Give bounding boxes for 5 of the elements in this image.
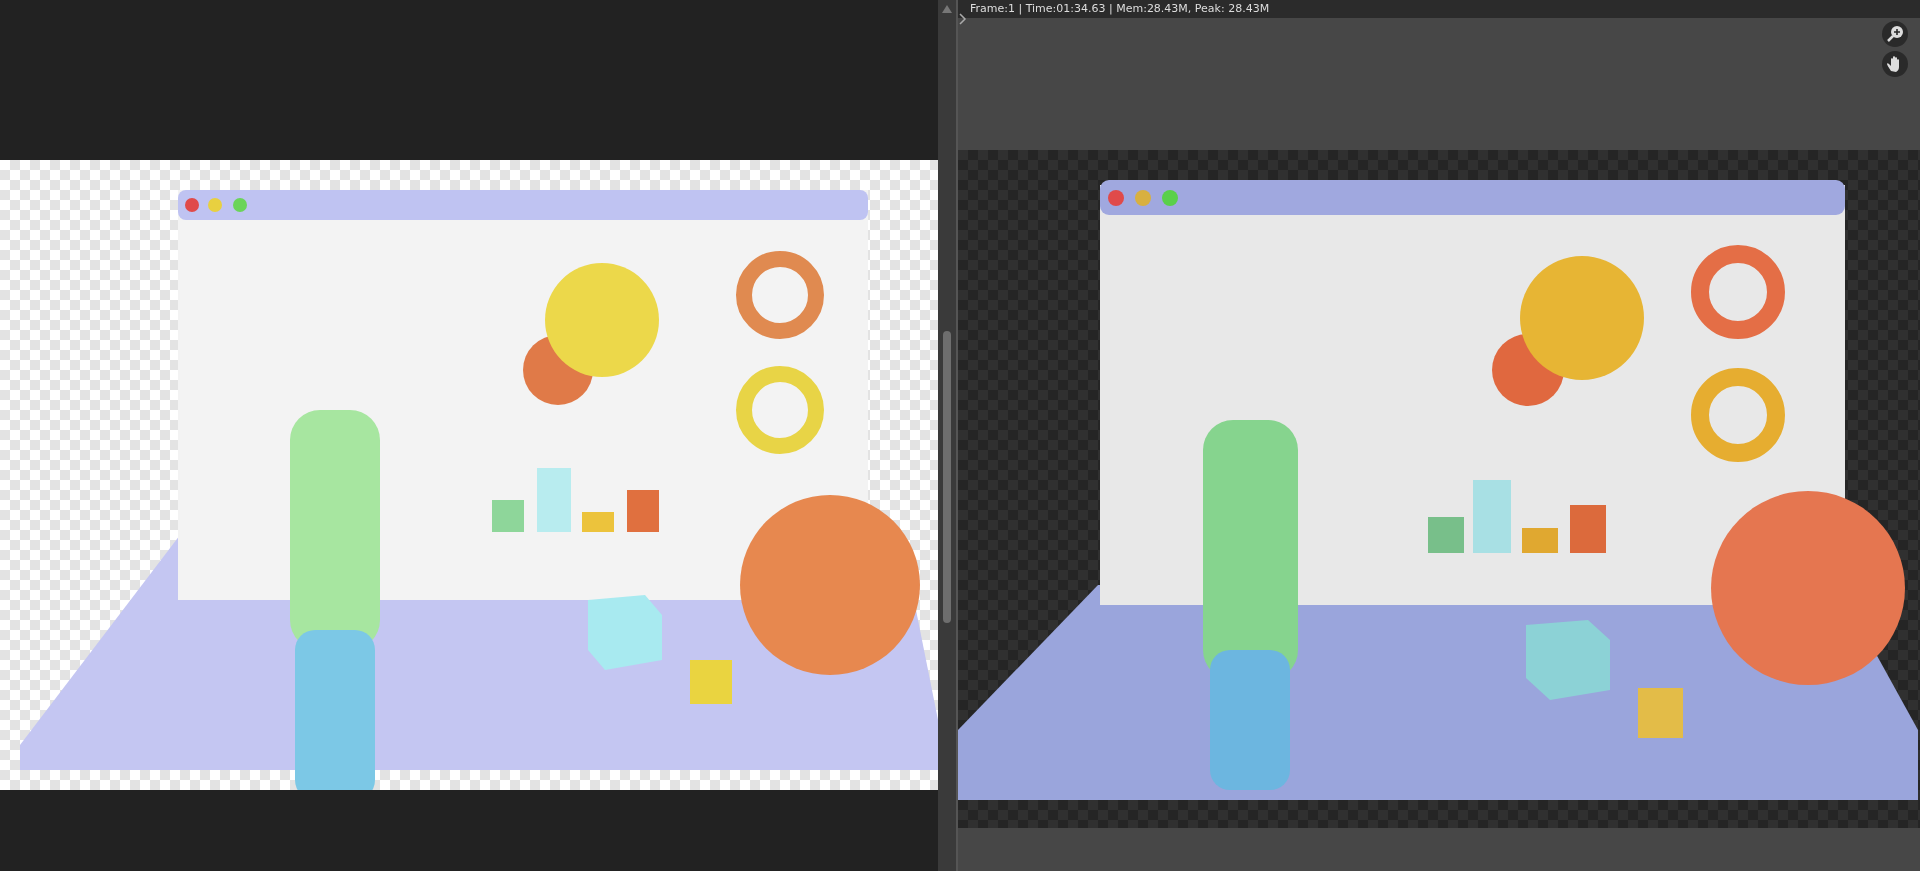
zoom-icon[interactable]: [1882, 21, 1908, 47]
hand-icon[interactable]: [1882, 51, 1908, 77]
panel-toggle-icon[interactable]: [958, 12, 968, 26]
render-status-text: Frame:1 | Time:01:34.63 | Mem:28.43M, Peak: 28.43M: [970, 2, 1270, 15]
scrollbar-thumb[interactable]: [943, 331, 951, 623]
